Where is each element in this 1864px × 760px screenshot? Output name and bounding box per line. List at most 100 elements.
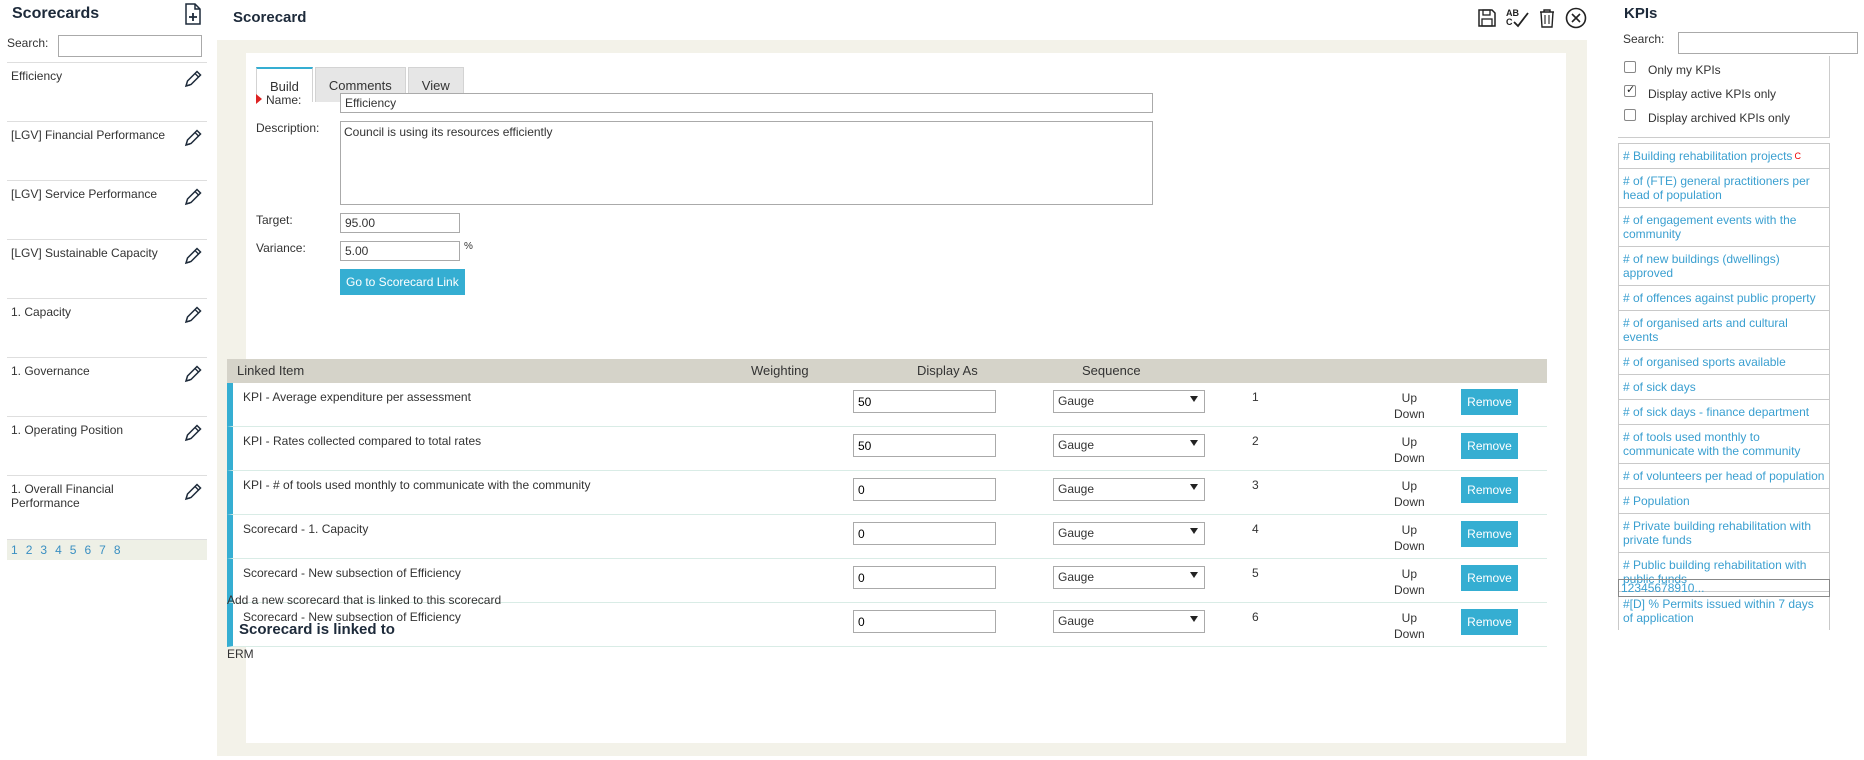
display-as-select[interactable]: Gauge bbox=[1053, 390, 1205, 413]
page-link[interactable]: 4 bbox=[55, 543, 62, 557]
kpi-list-item[interactable]: # of new buildings (dwellings) approved bbox=[1618, 246, 1830, 285]
kpi-list-item[interactable]: # of (FTE) general practitioners per hea… bbox=[1618, 168, 1830, 207]
page-link[interactable]: 5 bbox=[70, 543, 77, 557]
edit-pencil-icon[interactable] bbox=[181, 303, 205, 327]
display-as-value: Gauge bbox=[1058, 526, 1095, 540]
kpi-search-input[interactable] bbox=[1678, 32, 1858, 54]
kpi-list-item[interactable]: # of organised sports available bbox=[1618, 349, 1830, 374]
move-down-link[interactable]: Down bbox=[1394, 494, 1425, 510]
remove-button[interactable]: Remove bbox=[1461, 521, 1518, 547]
kpi-list-item[interactable]: # of engagement events with the communit… bbox=[1618, 207, 1830, 246]
move-up-link[interactable]: Up bbox=[1394, 478, 1425, 494]
move-down-link[interactable]: Down bbox=[1394, 450, 1425, 466]
kpi-list-item[interactable]: # Building rehabilitation projects C bbox=[1618, 143, 1830, 168]
save-icon[interactable] bbox=[1474, 5, 1500, 31]
move-down-link[interactable]: Down bbox=[1394, 626, 1425, 642]
kpi-list-item[interactable]: # of sick days bbox=[1618, 374, 1830, 399]
weighting-input[interactable] bbox=[853, 610, 996, 633]
page-link[interactable]: 2 bbox=[26, 543, 33, 557]
edit-pencil-icon[interactable] bbox=[181, 126, 205, 150]
kpi-list-item[interactable]: # of tools used monthly to communicate w… bbox=[1618, 424, 1830, 463]
edit-pencil-icon[interactable] bbox=[181, 185, 205, 209]
move-up-link[interactable]: Up bbox=[1394, 390, 1425, 406]
filter-checkbox[interactable] bbox=[1624, 83, 1636, 97]
scorecard-list-item[interactable]: [LGV] Sustainable Capacity bbox=[7, 239, 207, 298]
move-up-link[interactable]: Up bbox=[1394, 434, 1425, 450]
edit-pencil-icon[interactable] bbox=[181, 480, 205, 504]
kpi-search-label: Search: bbox=[1623, 32, 1665, 46]
weighting-input[interactable] bbox=[853, 390, 996, 413]
move-up-link[interactable]: Up bbox=[1394, 610, 1425, 626]
edit-pencil-icon[interactable] bbox=[181, 67, 205, 91]
page-link[interactable]: 8 bbox=[114, 543, 121, 557]
add-scorecard-icon[interactable] bbox=[182, 2, 204, 26]
go-to-scorecard-link-button[interactable]: Go to Scorecard Link bbox=[340, 269, 465, 295]
filter-checkbox[interactable] bbox=[1624, 61, 1636, 73]
col-display-as: Display As bbox=[917, 363, 978, 378]
move-up-link[interactable]: Up bbox=[1394, 566, 1425, 582]
display-as-select[interactable]: Gauge bbox=[1053, 434, 1205, 457]
display-as-select[interactable]: Gauge bbox=[1053, 610, 1205, 633]
kpi-label: # of sick days - finance department bbox=[1623, 405, 1810, 419]
target-field[interactable] bbox=[340, 213, 460, 233]
display-as-value: Gauge bbox=[1058, 438, 1095, 452]
remove-button[interactable]: Remove bbox=[1461, 389, 1518, 415]
description-field[interactable]: Council is using its resources efficient… bbox=[340, 121, 1153, 205]
scorecard-list-item[interactable]: [LGV] Financial Performance bbox=[7, 121, 207, 180]
remove-button[interactable]: Remove bbox=[1461, 609, 1518, 635]
page-title: Scorecard bbox=[233, 9, 307, 26]
weighting-input[interactable] bbox=[853, 434, 996, 457]
move-down-link[interactable]: Down bbox=[1394, 406, 1425, 422]
move-down-link[interactable]: Down bbox=[1394, 582, 1425, 598]
page-link[interactable]: 3 bbox=[40, 543, 47, 557]
required-marker-icon bbox=[256, 94, 262, 104]
kpi-list-item[interactable]: # of organised arts and cultural events bbox=[1618, 310, 1830, 349]
kpi-list-item[interactable]: # of sick days - finance department bbox=[1618, 399, 1830, 424]
remove-button[interactable]: Remove bbox=[1461, 477, 1518, 503]
scorecard-list-item[interactable]: 1. Governance bbox=[7, 357, 207, 416]
delete-icon[interactable] bbox=[1534, 5, 1560, 31]
move-up-link[interactable]: Up bbox=[1394, 522, 1425, 538]
scorecard-search-input[interactable] bbox=[58, 35, 202, 57]
scorecard-list-item[interactable]: 1. Overall Financial Performance bbox=[7, 475, 207, 534]
scorecard-list-item[interactable]: [LGV] Service Performance bbox=[7, 180, 207, 239]
page-link[interactable]: 7 bbox=[99, 543, 106, 557]
scorecard-list-item[interactable]: 1. Operating Position bbox=[7, 416, 207, 475]
remove-button[interactable]: Remove bbox=[1461, 565, 1518, 591]
kpi-label: # of offences against public property bbox=[1623, 291, 1816, 305]
edit-pencil-icon[interactable] bbox=[181, 421, 205, 445]
filter-checkbox[interactable] bbox=[1624, 109, 1636, 121]
kpi-list-item[interactable]: # Private building rehabilitation with p… bbox=[1618, 513, 1830, 552]
weighting-input[interactable] bbox=[853, 478, 996, 501]
weighting-input[interactable] bbox=[853, 522, 996, 545]
display-as-select[interactable]: Gauge bbox=[1053, 566, 1205, 589]
edit-pencil-icon[interactable] bbox=[181, 244, 205, 268]
kpi-list-item[interactable]: # of offences against public property bbox=[1618, 285, 1830, 310]
page-link[interactable]: 1 bbox=[11, 543, 18, 557]
scorecard-list-item[interactable]: 1. Capacity bbox=[7, 298, 207, 357]
reorder-controls: Up Down bbox=[1394, 566, 1425, 598]
chevron-down-icon bbox=[1190, 484, 1198, 490]
filter-label: Display active KPIs only bbox=[1648, 87, 1777, 101]
kpi-list-item[interactable]: # Population bbox=[1618, 488, 1830, 513]
display-as-value: Gauge bbox=[1058, 482, 1095, 496]
page-link[interactable]: 6 bbox=[84, 543, 91, 557]
remove-button[interactable]: Remove bbox=[1461, 433, 1518, 459]
kpi-pager[interactable]: 12345678910... bbox=[1618, 579, 1830, 597]
variance-field[interactable] bbox=[340, 241, 460, 261]
display-as-select[interactable]: Gauge bbox=[1053, 522, 1205, 545]
scorecard-list-item[interactable]: Efficiency bbox=[7, 62, 207, 121]
chevron-down-icon bbox=[1190, 440, 1198, 446]
kpi-list-item[interactable]: # of volunteers per head of population bbox=[1618, 463, 1830, 488]
description-label: Description: bbox=[256, 121, 320, 135]
close-icon[interactable] bbox=[1563, 5, 1589, 31]
name-field[interactable] bbox=[340, 93, 1153, 113]
spellcheck-icon[interactable]: AB C bbox=[1504, 5, 1530, 31]
move-down-link[interactable]: Down bbox=[1394, 538, 1425, 554]
edit-pencil-icon[interactable] bbox=[181, 362, 205, 386]
display-as-select[interactable]: Gauge bbox=[1053, 478, 1205, 501]
chevron-down-icon bbox=[1190, 396, 1198, 402]
table-body: KPI - Average expenditure per assessment… bbox=[227, 383, 1547, 647]
weighting-input[interactable] bbox=[853, 566, 996, 589]
add-linked-scorecard-link[interactable]: Add a new scorecard that is linked to th… bbox=[227, 593, 501, 607]
